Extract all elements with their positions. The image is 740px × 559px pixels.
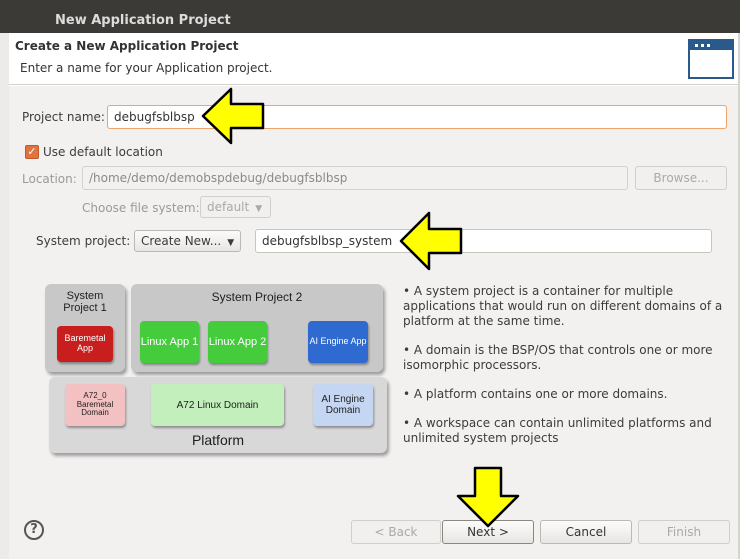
banner-description: Enter a name for your Application projec… [20,61,273,75]
help-icon[interactable]: ? [24,520,44,540]
system-project-select[interactable]: Create New... ▼ [134,230,241,252]
a72-0-baremetal-domain-chip: A72_0 Baremetal Domain [65,384,125,426]
system-project-2-label: System Project 2 [211,290,303,304]
system-project-name-input[interactable]: debugfsblbsp_system [255,229,712,253]
project-name-input[interactable]: debugfsblbsp [107,105,727,129]
wizard-banner: Create a New Application Project Enter a… [9,33,738,85]
linux-app-1-chip: Linux App 1 [140,321,199,363]
ai-engine-app-chip: AI Engine App [308,321,368,363]
ai-engine-domain-chip: AI Engine Domain [313,384,373,426]
info-domain: • A domain is the BSP/OS that controls o… [403,343,713,372]
back-button[interactable]: < Back [351,520,441,544]
file-system-label: Choose file system: [82,201,200,215]
platform-label: Platform [191,432,245,448]
location-label: Location: [22,172,77,186]
annotation-arrow-left-icon [399,211,463,271]
window-left-edge [0,33,9,559]
project-name-label: Project name: [22,110,105,124]
location-input[interactable]: /home/demo/demobspdebug/debugfsblbsp [82,166,628,190]
chevron-down-icon: ▼ [227,238,235,248]
banner-title: Create a New Application Project [15,39,239,53]
system-project-1-label: System Project 1 [63,290,107,315]
system-project-select-value: Create New... [141,234,222,248]
file-system-select[interactable]: default ▼ [200,196,271,218]
use-default-location-label: Use default location [43,145,163,159]
use-default-location-checkbox[interactable]: ✓ [25,145,39,159]
architecture-diagram: System Project 1 Baremetal App System Pr… [45,284,395,464]
application-window-icon [688,39,734,79]
info-workspace: • A workspace can contain unlimited plat… [403,416,712,445]
baremetal-app-chip: Baremetal App [57,326,113,362]
annotation-arrow-down-icon [456,466,520,528]
system-project-label: System project: [36,234,131,248]
info-text: • A system project is a container for mu… [403,284,728,460]
browse-button[interactable]: Browse... [635,166,727,190]
info-system-project: • A system project is a container for mu… [403,284,723,328]
finish-button[interactable]: Finish [638,520,730,544]
chevron-down-icon: ▼ [255,204,263,214]
file-system-value: default [207,200,250,214]
info-platform: • A platform contains one or more domain… [403,387,668,401]
window-titlebar: New Application Project [0,0,740,33]
a72-linux-domain-chip: A72 Linux Domain [151,384,284,426]
annotation-arrow-left-icon [201,87,265,145]
cancel-button[interactable]: Cancel [540,520,632,544]
linux-app-2-chip: Linux App 2 [208,321,267,363]
window-title: New Application Project [55,13,231,28]
wizard-body: Project name: debugfsblbsp ✓ Use default… [9,86,738,559]
